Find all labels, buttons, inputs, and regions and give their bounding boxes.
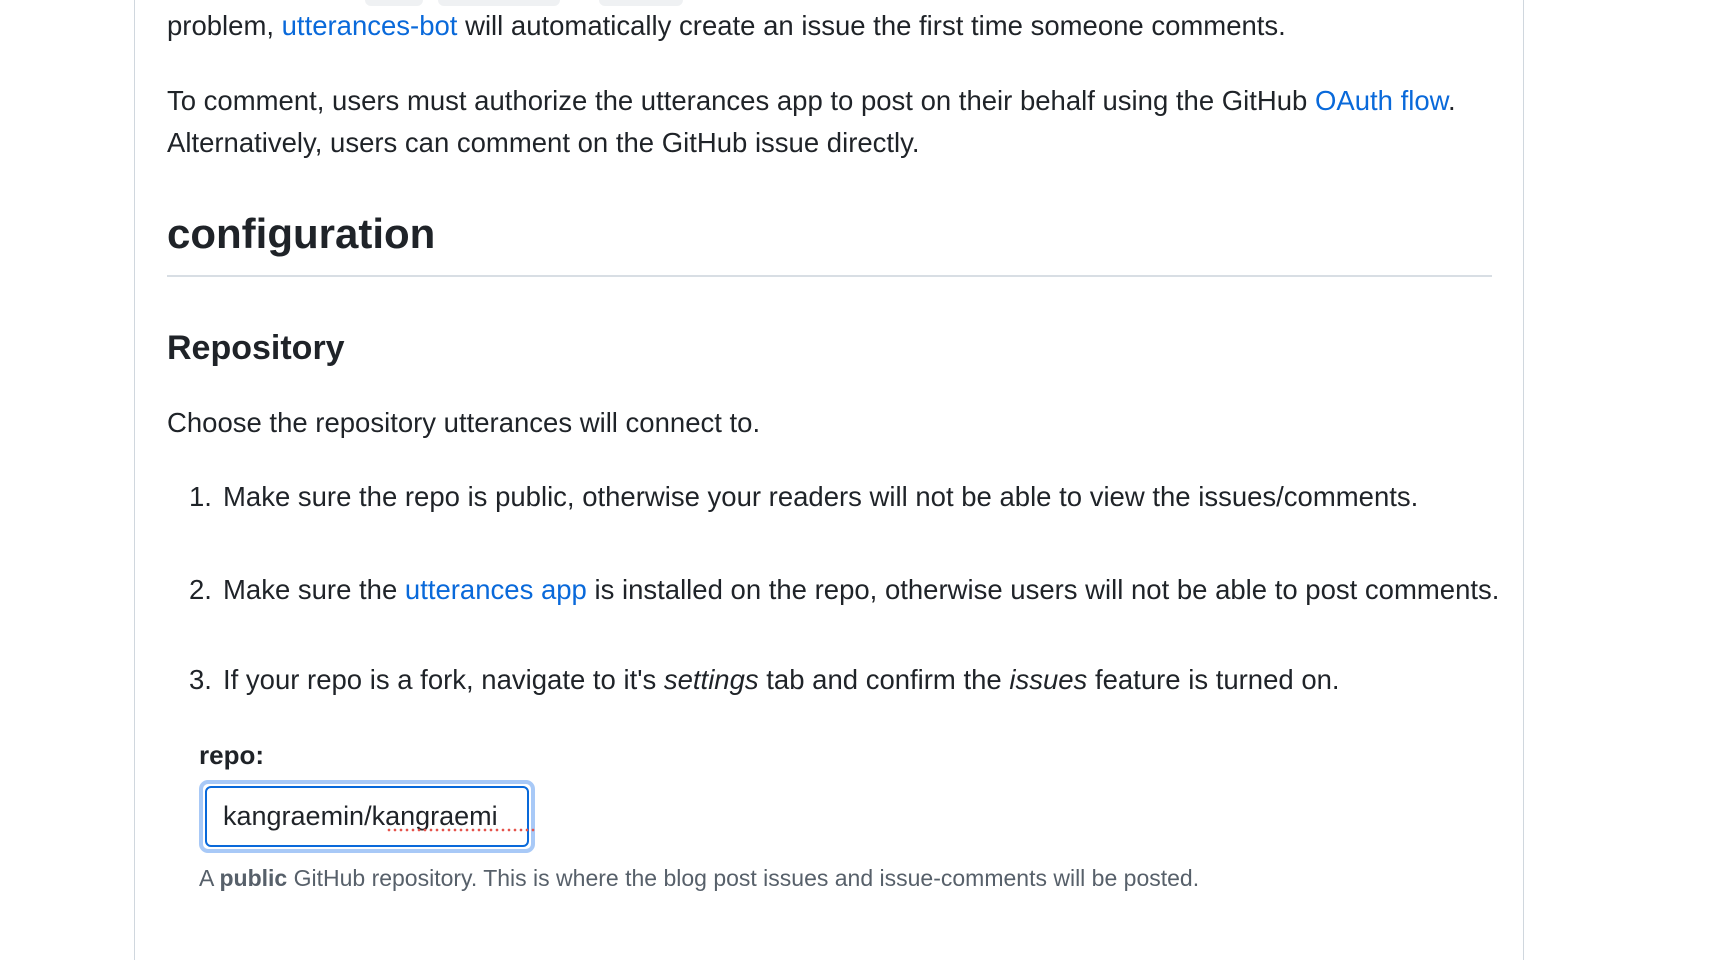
list-item: 3. If your repo is a fork, navigate to i… bbox=[167, 659, 1523, 701]
list-item: 2. Make sure the utterances app is insta… bbox=[167, 569, 1523, 611]
repo-input-focus-ring bbox=[199, 780, 535, 853]
hint-text: GitHub repository. This is where the blo… bbox=[293, 865, 1200, 891]
heading-divider bbox=[167, 275, 1492, 277]
hint-strong-text: public bbox=[219, 865, 288, 891]
paragraph-text: problem, bbox=[167, 10, 274, 41]
spellcheck-underline bbox=[386, 828, 536, 832]
list-item-text: If your repo is a fork, navigate to it's bbox=[223, 664, 657, 695]
list-item-text: feature is turned on. bbox=[1094, 664, 1340, 695]
paragraph-text: To comment, users must authorize the utt… bbox=[167, 85, 1308, 116]
list-item-text: is installed on the repo, otherwise user… bbox=[594, 574, 1500, 605]
repo-input[interactable] bbox=[205, 786, 529, 847]
repo-field-label: repo: bbox=[199, 740, 264, 770]
utterances-app-link[interactable]: utterances app bbox=[405, 574, 587, 605]
intro-paragraph-1: problem, utterances-bot will automatical… bbox=[167, 5, 1286, 47]
list-item-text: tab and confirm the bbox=[766, 664, 1002, 695]
repository-description: Choose the repository utterances will co… bbox=[167, 407, 761, 438]
list-item-text: Make sure the bbox=[223, 574, 398, 605]
issues-emphasis: issues bbox=[1009, 664, 1088, 695]
hint-text: A bbox=[199, 865, 214, 891]
oauth-flow-link[interactable]: OAuth flow bbox=[1315, 85, 1448, 116]
list-number: 3. bbox=[189, 664, 212, 695]
list-number: 1. bbox=[189, 481, 212, 512]
list-item-text: Make sure the repo is public, otherwise … bbox=[223, 481, 1419, 512]
list-item: 1. Make sure the repo is public, otherwi… bbox=[167, 476, 1523, 518]
settings-emphasis: settings bbox=[663, 664, 759, 695]
configuration-heading: configuration bbox=[167, 210, 436, 257]
utterances-bot-link[interactable]: utterances-bot bbox=[282, 10, 458, 41]
repository-heading: Repository bbox=[167, 329, 345, 367]
intro-paragraph-2: To comment, users must authorize the utt… bbox=[167, 80, 1492, 164]
paragraph-text: will automatically create an issue the f… bbox=[465, 10, 1286, 41]
list-number: 2. bbox=[189, 574, 212, 605]
repo-field-hint: A public GitHub repository. This is wher… bbox=[199, 862, 1199, 894]
